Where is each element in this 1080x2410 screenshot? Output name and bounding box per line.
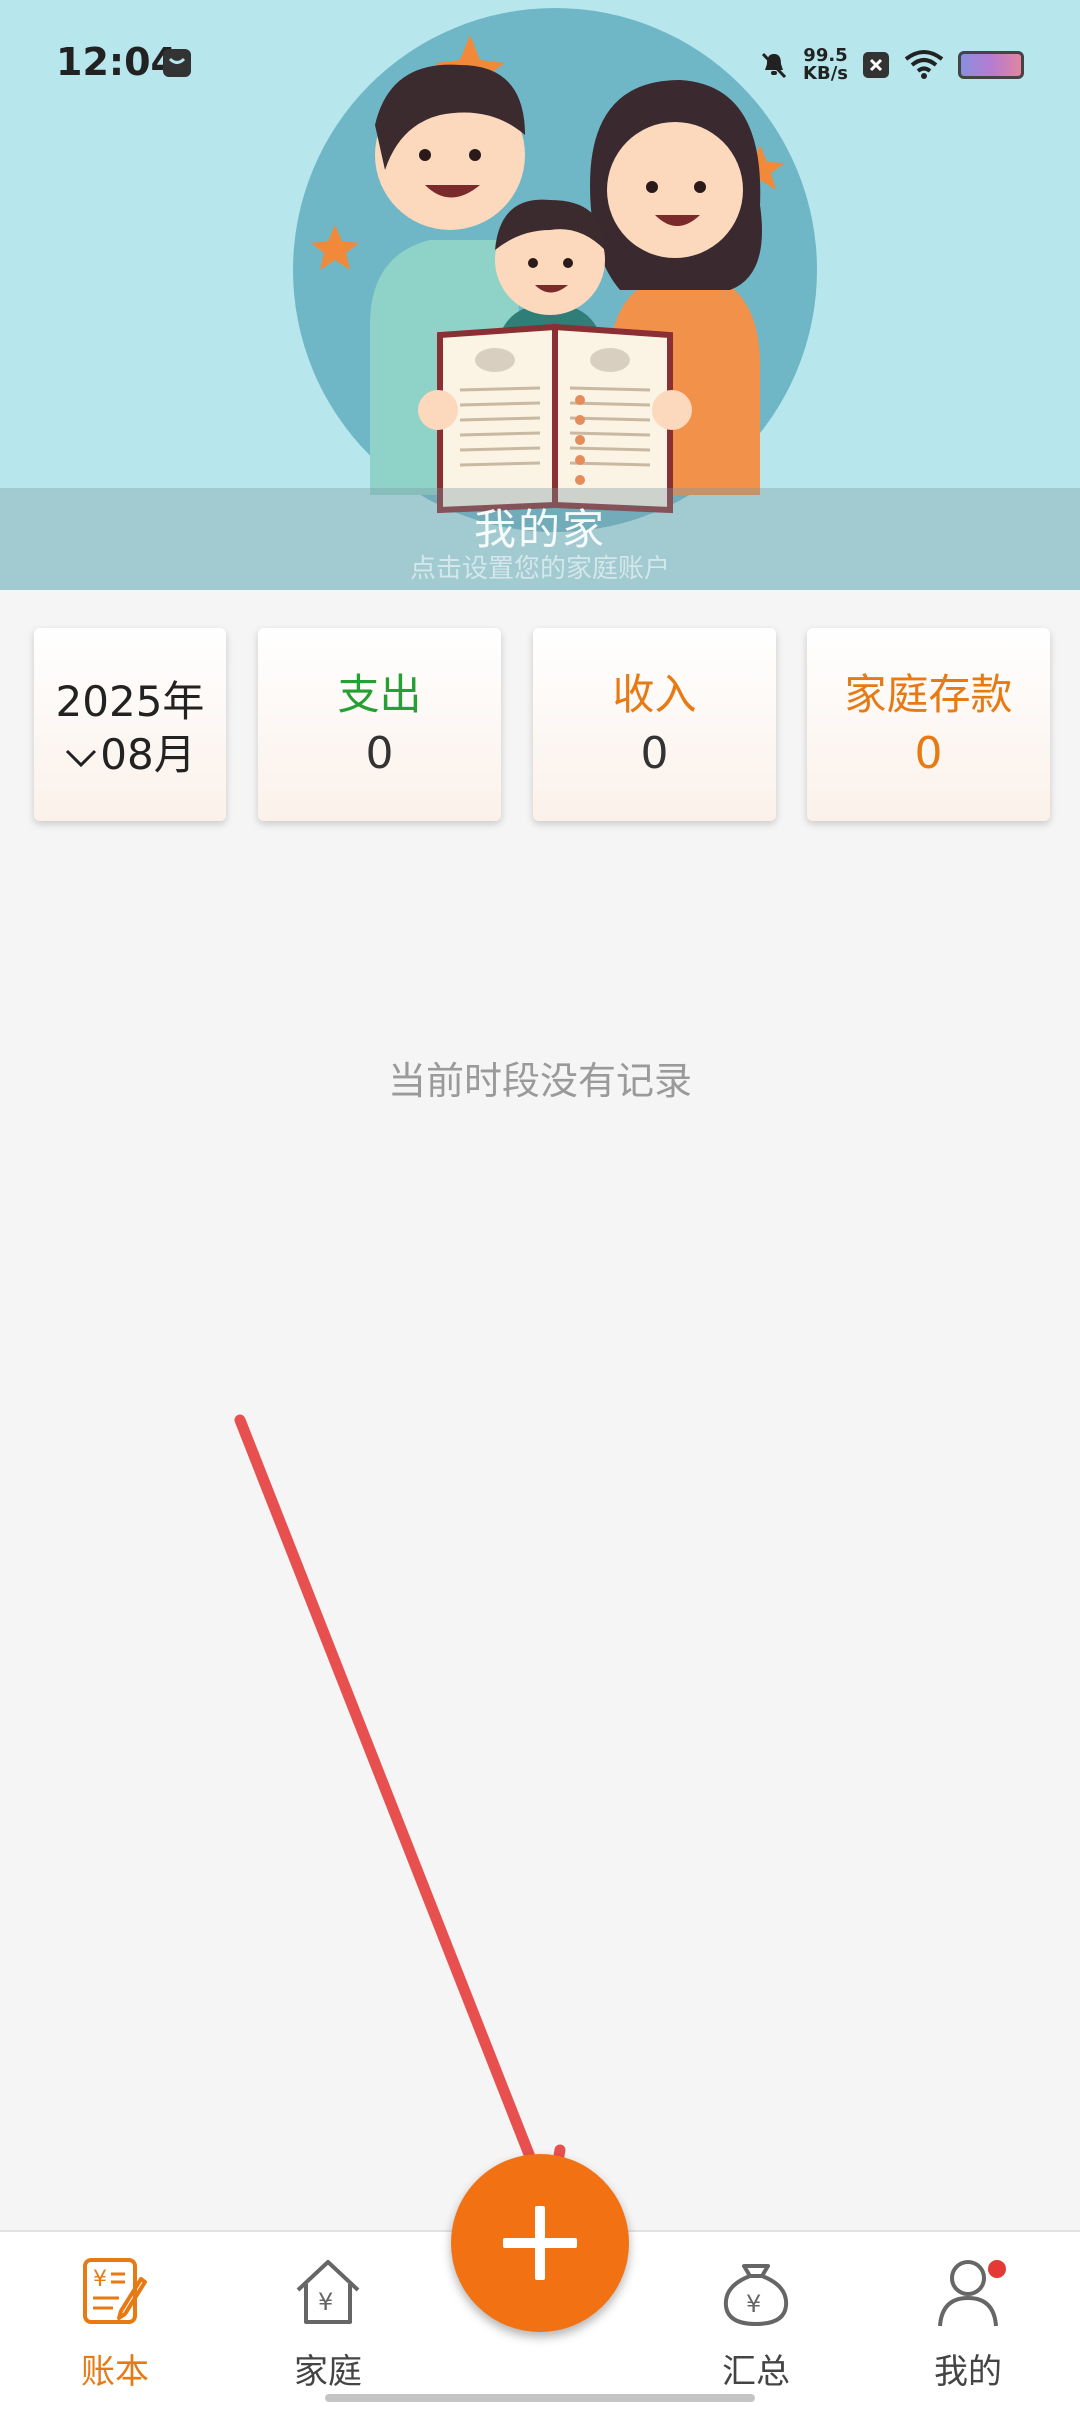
status-time: 12:04 [56, 40, 177, 84]
money-bag-icon: ¥ [723, 2264, 789, 2327]
home-indicator[interactable] [325, 2394, 755, 2402]
svg-text:¥: ¥ [93, 2267, 107, 2292]
summary-cards: 2025年 08月 支出 0 收入 0 家庭存款 0 [0, 628, 1080, 823]
nav-label-family: 家庭 [294, 2352, 362, 2392]
month-row: 08月 [34, 721, 226, 782]
savings-value: 0 [914, 728, 943, 779]
nav-item-ledger[interactable]: ¥ 账本 [35, 2252, 195, 2392]
wifi-icon [904, 50, 944, 79]
income-card[interactable]: 收入 0 [533, 628, 776, 821]
nav-item-family[interactable]: ¥ 家庭 [248, 2252, 408, 2392]
ledger-icon: ¥ [83, 2258, 147, 2324]
empty-state-message: 当前时段没有记录 [387, 1059, 692, 1103]
family-illustration [293, 8, 817, 532]
month-picker[interactable]: 2025年 08月 [34, 628, 226, 821]
notification-dot [988, 2260, 1006, 2278]
svg-text:¥: ¥ [746, 2290, 761, 2318]
nav-label-mine: 我的 [934, 2352, 1002, 2392]
chevron-down-icon [66, 749, 97, 767]
expense-value: 0 [365, 728, 394, 779]
income-label: 收入 [612, 670, 697, 719]
year-label: 2025年 [55, 677, 205, 726]
expense-card[interactable]: 支出 0 [258, 628, 501, 821]
message-icon [163, 49, 191, 77]
close-box-icon [863, 52, 889, 78]
house-icon: ¥ [296, 2260, 360, 2324]
nav-item-summary[interactable]: ¥ 汇总 [676, 2252, 836, 2392]
expense-label: 支出 [337, 670, 422, 719]
add-record-button[interactable] [451, 2154, 629, 2332]
savings-card[interactable]: 家庭存款 0 [807, 628, 1050, 821]
svg-text:¥: ¥ [318, 2288, 333, 2316]
header: 12:04 99.5 KB/s 我的家 点击设置您的家庭账户 [0, 0, 1080, 590]
income-value: 0 [640, 728, 669, 779]
savings-label: 家庭存款 [844, 670, 1013, 719]
nav-item-mine[interactable]: 我的 [888, 2252, 1048, 2392]
month-label: 08月 [100, 730, 196, 779]
nav-label-summary: 汇总 [722, 2352, 790, 2392]
nav-label-ledger: 账本 [81, 2352, 149, 2392]
family-setup-hint[interactable]: 点击设置您的家庭账户 [0, 548, 1080, 585]
battery-icon [958, 51, 1024, 79]
